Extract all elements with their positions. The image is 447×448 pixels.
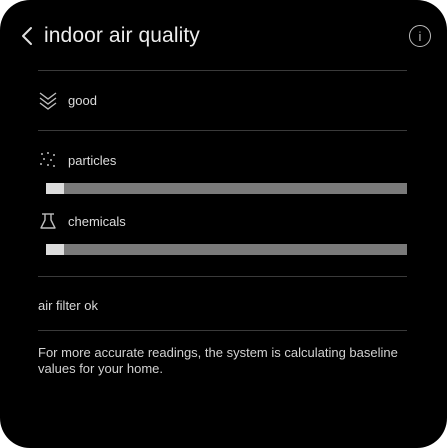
chemicals-level-bar (46, 244, 407, 255)
chevron-left-icon (22, 27, 32, 45)
particles-level-fill (46, 183, 65, 194)
info-button[interactable]: i (409, 25, 431, 47)
page-title: indoor air quality (44, 24, 200, 47)
baseline-description: For more accurate readings, the system i… (38, 345, 398, 376)
divider-description (38, 330, 407, 331)
metric-chemicals: chemicals (36, 209, 407, 233)
metric-chemicals-label: chemicals (68, 213, 126, 229)
chemicals-icon (36, 209, 60, 233)
divider-overall (38, 130, 407, 131)
air-filter-status: air filter ok (38, 298, 98, 313)
particles-level-bar (46, 183, 407, 194)
particles-icon (36, 148, 60, 172)
divider-filter (38, 276, 407, 277)
overall-status: good (36, 88, 407, 112)
metric-particles-label: particles (68, 152, 117, 168)
overall-status-label: good (68, 92, 97, 108)
chemicals-level-fill (46, 244, 65, 255)
device-bezel: indoor air quality i good particles chem… (0, 0, 447, 448)
divider-top (38, 70, 407, 71)
info-icon: i (418, 28, 422, 44)
header: indoor air quality i (16, 18, 431, 54)
screen: indoor air quality i good particles chem… (6, 4, 441, 444)
metric-particles: particles (36, 148, 407, 172)
air-flow-icon (36, 88, 60, 112)
back-button[interactable] (16, 24, 38, 48)
